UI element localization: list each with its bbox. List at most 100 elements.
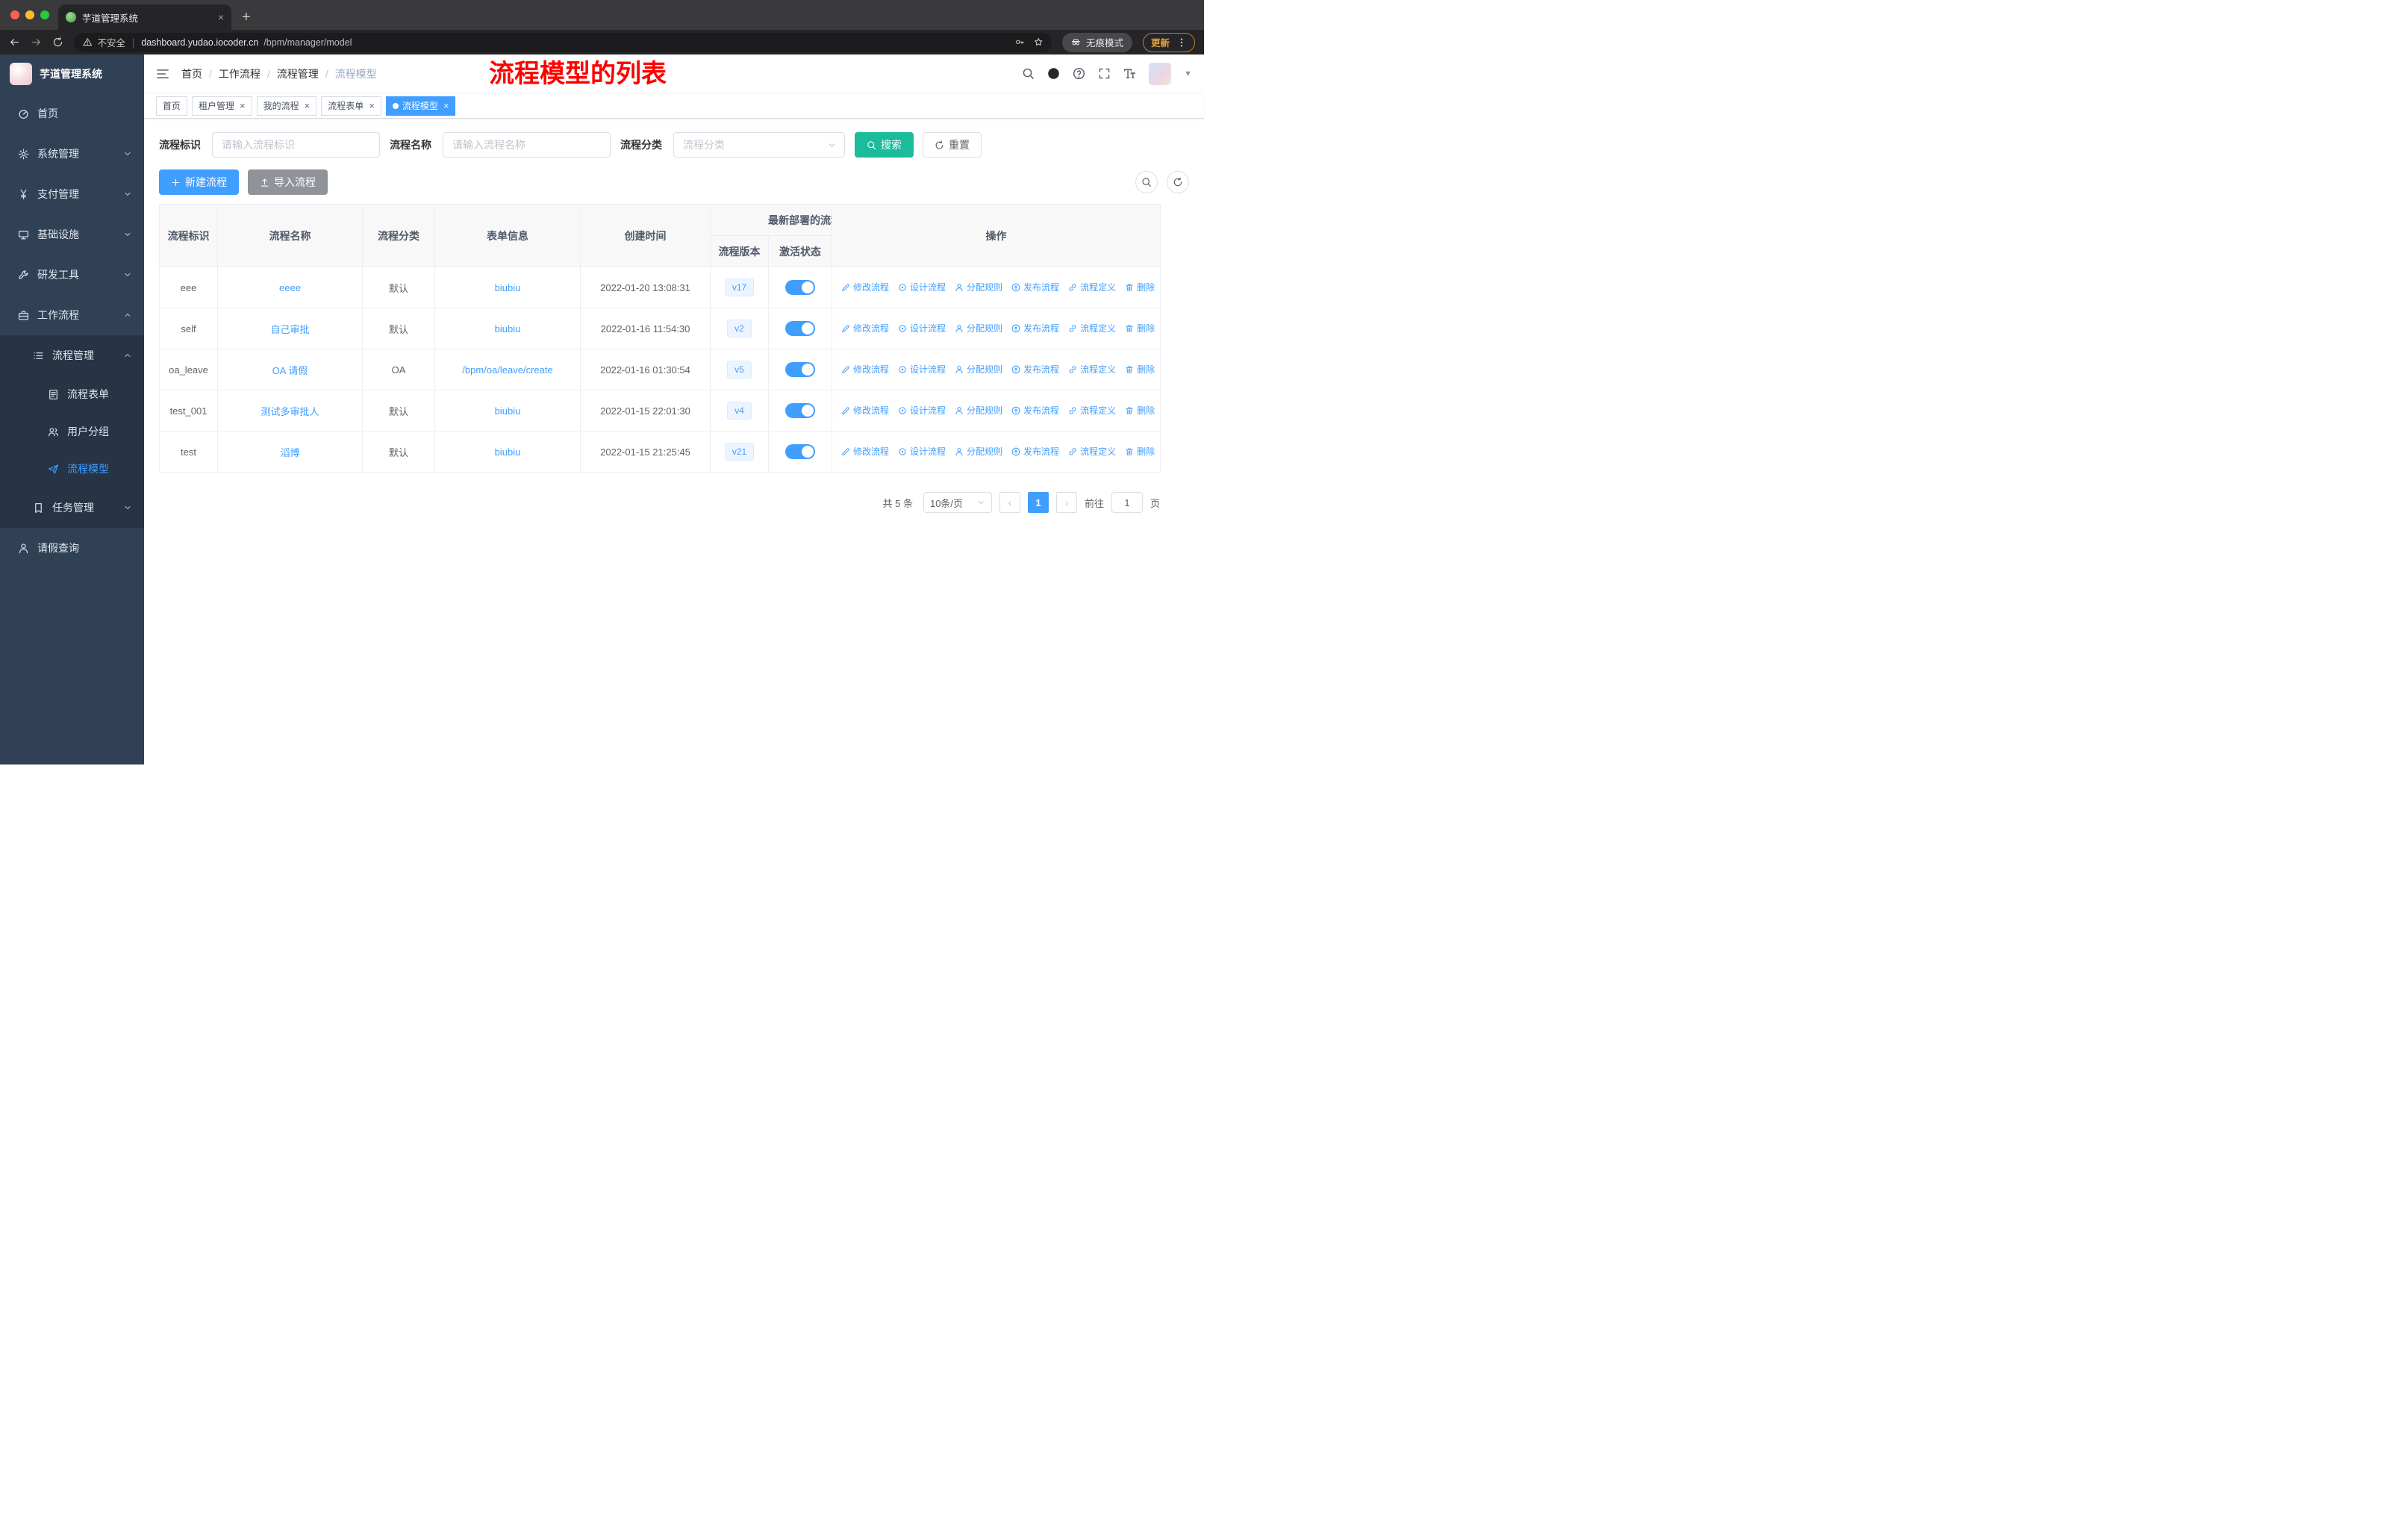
active-toggle[interactable] <box>785 403 815 418</box>
form-info-link[interactable]: biubiu <box>495 446 521 458</box>
close-icon[interactable]: × <box>369 100 375 111</box>
process-name-link[interactable]: OA 请假 <box>272 365 308 376</box>
breadcrumb-item[interactable]: 工作流程 <box>219 66 261 81</box>
action-assign[interactable]: 分配规则 <box>955 404 1002 417</box>
tags-view-tab[interactable]: 租户管理 × <box>192 96 252 116</box>
action-delete[interactable]: 删除 <box>1125 363 1155 376</box>
tags-view-tab[interactable]: 我的流程 × <box>256 96 317 116</box>
category-select[interactable]: 流程分类 <box>673 132 845 158</box>
action-delete[interactable]: 删除 <box>1125 322 1155 334</box>
sidebar-item-process-form[interactable]: 流程表单 <box>0 376 144 413</box>
maximize-window-button[interactable] <box>40 10 49 19</box>
toggle-search-button[interactable] <box>1135 171 1158 193</box>
active-toggle[interactable] <box>785 362 815 377</box>
form-info-link[interactable]: biubiu <box>495 405 521 417</box>
action-link[interactable]: 流程定义 <box>1068 281 1116 293</box>
reload-icon[interactable] <box>52 37 63 48</box>
reset-button[interactable]: 重置 <box>923 132 982 158</box>
active-toggle[interactable] <box>785 444 815 459</box>
close-icon[interactable]: × <box>443 100 449 111</box>
active-toggle[interactable] <box>785 321 815 336</box>
sidebar-item-system[interactable]: 系统管理 <box>0 134 144 174</box>
action-assign[interactable]: 分配规则 <box>955 363 1002 376</box>
forward-icon[interactable] <box>31 37 42 48</box>
action-link[interactable]: 流程定义 <box>1068 404 1116 417</box>
action-design[interactable]: 设计流程 <box>898 322 946 334</box>
fullscreen-icon[interactable] <box>1098 67 1111 80</box>
import-process-button[interactable]: 导入流程 <box>248 169 328 195</box>
github-icon[interactable] <box>1047 67 1060 80</box>
sidebar-item-home[interactable]: 首页 <box>0 93 144 134</box>
browser-menu-icon[interactable] <box>1176 37 1187 48</box>
action-publish[interactable]: 发布流程 <box>1011 281 1059 293</box>
action-publish[interactable]: 发布流程 <box>1011 322 1059 334</box>
action-design[interactable]: 设计流程 <box>898 281 946 293</box>
form-info-link[interactable]: biubiu <box>495 323 521 334</box>
action-edit[interactable]: 修改流程 <box>841 281 889 293</box>
search-icon[interactable] <box>1022 67 1035 80</box>
current-page[interactable]: 1 <box>1027 492 1049 513</box>
action-link[interactable]: 流程定义 <box>1068 363 1116 376</box>
action-edit[interactable]: 修改流程 <box>841 404 889 417</box>
tags-view-tab[interactable]: 流程表单 × <box>321 96 381 116</box>
action-edit[interactable]: 修改流程 <box>841 322 889 334</box>
breadcrumb-item[interactable]: 流程管理 <box>277 66 319 81</box>
action-publish[interactable]: 发布流程 <box>1011 404 1059 417</box>
process-name-link[interactable]: 测试多审批人 <box>261 406 319 417</box>
action-assign[interactable]: 分配规则 <box>955 281 1002 293</box>
breadcrumb-item[interactable]: 首页 <box>181 66 202 81</box>
action-design[interactable]: 设计流程 <box>898 404 946 417</box>
process-name-input[interactable] <box>443 132 611 158</box>
action-edit[interactable]: 修改流程 <box>841 445 889 458</box>
next-page-button[interactable]: › <box>1055 492 1077 513</box>
action-delete[interactable]: 删除 <box>1125 445 1155 458</box>
goto-page-input[interactable] <box>1111 492 1143 513</box>
bookmark-star-icon[interactable] <box>1034 37 1044 47</box>
close-icon[interactable]: × <box>240 100 246 111</box>
sidebar-item-devtools[interactable]: 研发工具 <box>0 255 144 295</box>
action-publish[interactable]: 发布流程 <box>1011 445 1059 458</box>
close-icon[interactable]: × <box>305 100 311 111</box>
action-assign[interactable]: 分配规则 <box>955 322 1002 334</box>
sidebar-item-payment[interactable]: 支付管理 <box>0 174 144 214</box>
sidebar-item-process-model[interactable]: 流程模型 <box>0 450 144 488</box>
action-design[interactable]: 设计流程 <box>898 363 946 376</box>
browser-tab[interactable]: 芋道管理系统 × <box>58 4 231 30</box>
page-size-select[interactable]: 10条/页 <box>923 492 992 513</box>
tags-view-tab[interactable]: 首页 <box>156 96 188 116</box>
minimize-window-button[interactable] <box>25 10 34 19</box>
process-name-link[interactable]: 滔博 <box>280 447 299 458</box>
sidebar-item-user-group[interactable]: 用户分组 <box>0 413 144 450</box>
active-toggle[interactable] <box>785 280 815 295</box>
process-name-link[interactable]: 自己审批 <box>270 324 309 335</box>
create-process-button[interactable]: 新建流程 <box>159 169 239 195</box>
action-delete[interactable]: 删除 <box>1125 404 1155 417</box>
chevron-down-icon[interactable]: ▼ <box>1184 69 1192 78</box>
sidebar-item-process-manage[interactable]: 流程管理 <box>0 335 144 376</box>
help-icon[interactable] <box>1073 67 1085 80</box>
browser-update-button[interactable]: 更新 <box>1142 32 1195 52</box>
sidebar-item-leave-query[interactable]: 请假查询 <box>0 528 144 568</box>
process-id-input[interactable] <box>212 132 380 158</box>
address-bar[interactable]: 不安全 | dashboard.yudao.iocoder.cn /bpm/ma… <box>74 32 1052 52</box>
search-button[interactable]: 搜索 <box>855 132 914 158</box>
action-assign[interactable]: 分配规则 <box>955 445 1002 458</box>
user-avatar[interactable] <box>1149 62 1172 85</box>
form-info-link[interactable]: biubiu <box>495 282 521 293</box>
action-link[interactable]: 流程定义 <box>1068 445 1116 458</box>
tab-close-icon[interactable]: × <box>218 11 224 23</box>
sidebar-item-workflow[interactable]: 工作流程 <box>0 295 144 335</box>
form-info-link[interactable]: /bpm/oa/leave/create <box>462 364 552 376</box>
key-icon[interactable] <box>1015 37 1025 47</box>
tags-view-tab[interactable]: 流程模型 × <box>385 96 456 116</box>
action-edit[interactable]: 修改流程 <box>841 363 889 376</box>
action-design[interactable]: 设计流程 <box>898 445 946 458</box>
sidebar-item-infrastructure[interactable]: 基础设施 <box>0 214 144 255</box>
prev-page-button[interactable]: ‹ <box>999 492 1020 513</box>
action-link[interactable]: 流程定义 <box>1068 322 1116 334</box>
sidebar-item-task-manage[interactable]: 任务管理 <box>0 488 144 528</box>
action-publish[interactable]: 发布流程 <box>1011 363 1059 376</box>
refresh-table-button[interactable] <box>1167 171 1189 193</box>
new-tab-button[interactable]: + <box>242 4 251 30</box>
close-window-button[interactable] <box>10 10 19 19</box>
